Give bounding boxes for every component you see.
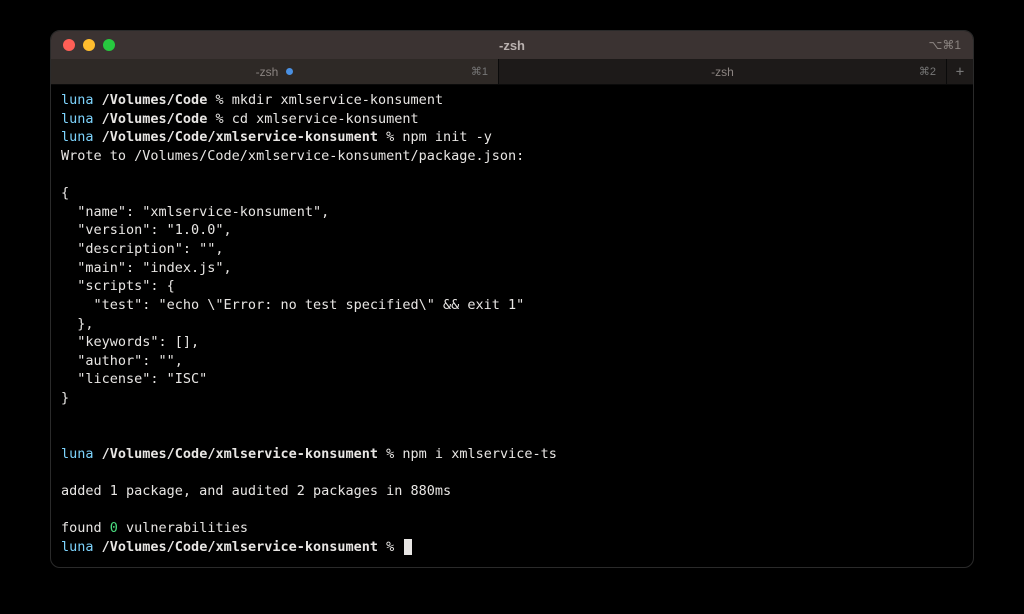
output-line: } <box>61 389 963 408</box>
output-line: "test": "echo \"Error: no test specified… <box>61 296 963 315</box>
output-blank <box>61 426 963 445</box>
command: cd xmlservice-konsument <box>232 111 419 127</box>
terminal-window: -zsh ⌥⌘1 -zsh ⌘1 -zsh ⌘2 + luna /Volumes… <box>50 30 974 568</box>
terminal-content[interactable]: luna /Volumes/Code % mkdir xmlservice-ko… <box>51 85 973 567</box>
add-tab-button[interactable]: + <box>947 59 973 84</box>
host: luna <box>61 539 94 555</box>
vuln-prefix: found <box>61 520 110 536</box>
vuln-suffix: vulnerabilities <box>118 520 248 536</box>
output-line: "author": "", <box>61 352 963 371</box>
prompt-line: luna /Volumes/Code/xmlservice-konsument … <box>61 538 963 557</box>
output-line: Wrote to /Volumes/Code/xmlservice-konsum… <box>61 147 963 166</box>
output-blank <box>61 166 963 185</box>
command: npm i xmlservice-ts <box>402 446 556 462</box>
output-line: "scripts": { <box>61 277 963 296</box>
output-line: "main": "index.js", <box>61 259 963 278</box>
window-shortcut: ⌥⌘1 <box>928 38 961 52</box>
command: mkdir xmlservice-konsument <box>232 92 443 108</box>
tab-2[interactable]: -zsh ⌘2 <box>499 59 947 84</box>
prompt-line: luna /Volumes/Code % mkdir xmlservice-ko… <box>61 91 963 110</box>
activity-indicator-icon <box>286 68 293 75</box>
tab-1[interactable]: -zsh ⌘1 <box>51 59 499 84</box>
prompt-char: % <box>386 446 394 462</box>
zoom-icon[interactable] <box>103 39 115 51</box>
vuln-count: 0 <box>110 520 118 536</box>
window-title: -zsh <box>499 38 525 53</box>
output-line: "license": "ISC" <box>61 370 963 389</box>
output-blank <box>61 408 963 427</box>
cursor-icon <box>404 539 412 555</box>
prompt-char: % <box>386 129 394 145</box>
output-line: added 1 package, and audited 2 packages … <box>61 482 963 501</box>
traffic-lights <box>63 39 115 51</box>
output-blank <box>61 464 963 483</box>
tab-shortcut: ⌘2 <box>919 65 936 78</box>
tabbar: -zsh ⌘1 -zsh ⌘2 + <box>51 59 973 85</box>
output-line: "name": "xmlservice-konsument", <box>61 203 963 222</box>
host: luna <box>61 111 94 127</box>
output-line: "keywords": [], <box>61 333 963 352</box>
close-icon[interactable] <box>63 39 75 51</box>
cwd: /Volumes/Code <box>102 92 208 108</box>
cwd: /Volumes/Code/xmlservice-konsument <box>102 446 378 462</box>
cwd: /Volumes/Code/xmlservice-konsument <box>102 539 378 555</box>
tab-shortcut: ⌘1 <box>471 65 488 78</box>
minimize-icon[interactable] <box>83 39 95 51</box>
prompt-char: % <box>215 92 223 108</box>
prompt-char: % <box>386 539 394 555</box>
prompt-line: luna /Volumes/Code/xmlservice-konsument … <box>61 128 963 147</box>
output-line: { <box>61 184 963 203</box>
host: luna <box>61 92 94 108</box>
prompt-line: luna /Volumes/Code/xmlservice-konsument … <box>61 445 963 464</box>
cwd: /Volumes/Code/xmlservice-konsument <box>102 129 378 145</box>
host: luna <box>61 446 94 462</box>
tab-label: -zsh <box>256 65 279 79</box>
output-blank <box>61 501 963 520</box>
tab-label: -zsh <box>711 65 734 79</box>
host: luna <box>61 129 94 145</box>
output-line: found 0 vulnerabilities <box>61 519 963 538</box>
prompt-line: luna /Volumes/Code % cd xmlservice-konsu… <box>61 110 963 129</box>
output-line: "version": "1.0.0", <box>61 221 963 240</box>
command: npm init -y <box>402 129 491 145</box>
prompt-char: % <box>215 111 223 127</box>
titlebar[interactable]: -zsh ⌥⌘1 <box>51 31 973 59</box>
cwd: /Volumes/Code <box>102 111 208 127</box>
output-line: }, <box>61 315 963 334</box>
output-line: "description": "", <box>61 240 963 259</box>
